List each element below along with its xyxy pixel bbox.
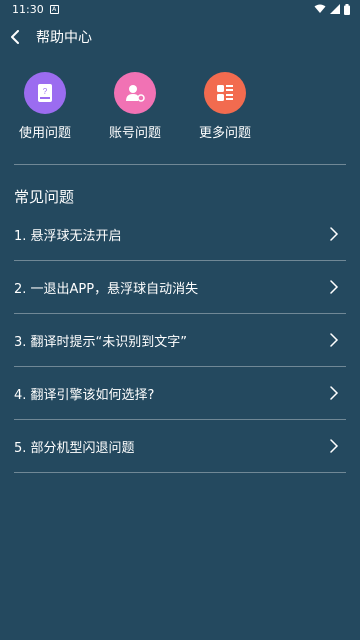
signal-icon (330, 4, 340, 14)
faq-item[interactable]: 3. 翻译时提示“未识别到文字” (14, 314, 346, 367)
chevron-left-icon (11, 30, 19, 44)
book-icon: ? (24, 72, 66, 114)
faq-item-text: 3. 翻译时提示“未识别到文字” (14, 334, 188, 350)
notification-a-icon: A (49, 4, 59, 14)
chevron-right-icon (330, 386, 339, 400)
faq-item[interactable]: 5. 部分机型闪退问题 (14, 420, 346, 473)
faq-item-text: 1. 悬浮球无法开启 (14, 228, 122, 244)
faq-item-text: 2. 一退出APP，悬浮球自动消失 (14, 281, 199, 297)
faq-item[interactable]: 2. 一退出APP，悬浮球自动消失 (14, 261, 346, 314)
category-label: 使用问题 (18, 126, 71, 141)
faq-item-text: 4. 翻译引擎该如何选择? (14, 387, 155, 403)
category-more-issues[interactable]: 更多问题 (185, 72, 265, 141)
svg-text:?: ? (43, 87, 48, 96)
user-settings-icon (114, 72, 156, 114)
faq-item-text: 5. 部分机型闪退问题 (14, 440, 135, 456)
faq-section-title: 常见问题 (14, 188, 75, 206)
chevron-right-icon (330, 439, 339, 453)
chevron-right-icon (330, 280, 339, 294)
faq-list: 1. 悬浮球无法开启 2. 一退出APP，悬浮球自动消失 3. 翻译时提示“未识… (14, 208, 346, 473)
category-account-issues[interactable]: 账号问题 (95, 72, 175, 141)
page-title: 帮助中心 (36, 30, 92, 46)
quick-categories: ? 使用问题 账号问题 更多问题 (0, 72, 360, 142)
category-label: 账号问题 (108, 126, 161, 141)
faq-item[interactable]: 4. 翻译引擎该如何选择? (14, 367, 346, 420)
wifi-icon (314, 4, 326, 13)
grid-list-icon (204, 72, 246, 114)
status-bar: 11:30 A (0, 0, 360, 18)
chevron-right-icon (330, 227, 339, 241)
battery-icon (344, 3, 350, 15)
back-button[interactable] (10, 25, 30, 49)
divider (14, 164, 346, 165)
category-label: 更多问题 (198, 126, 251, 141)
chevron-right-icon (330, 333, 339, 347)
status-time: 11:30 (12, 2, 44, 16)
faq-item[interactable]: 1. 悬浮球无法开启 (14, 208, 346, 261)
category-usage-issues[interactable]: ? 使用问题 (5, 72, 85, 141)
app-bar: 帮助中心 (0, 18, 360, 56)
